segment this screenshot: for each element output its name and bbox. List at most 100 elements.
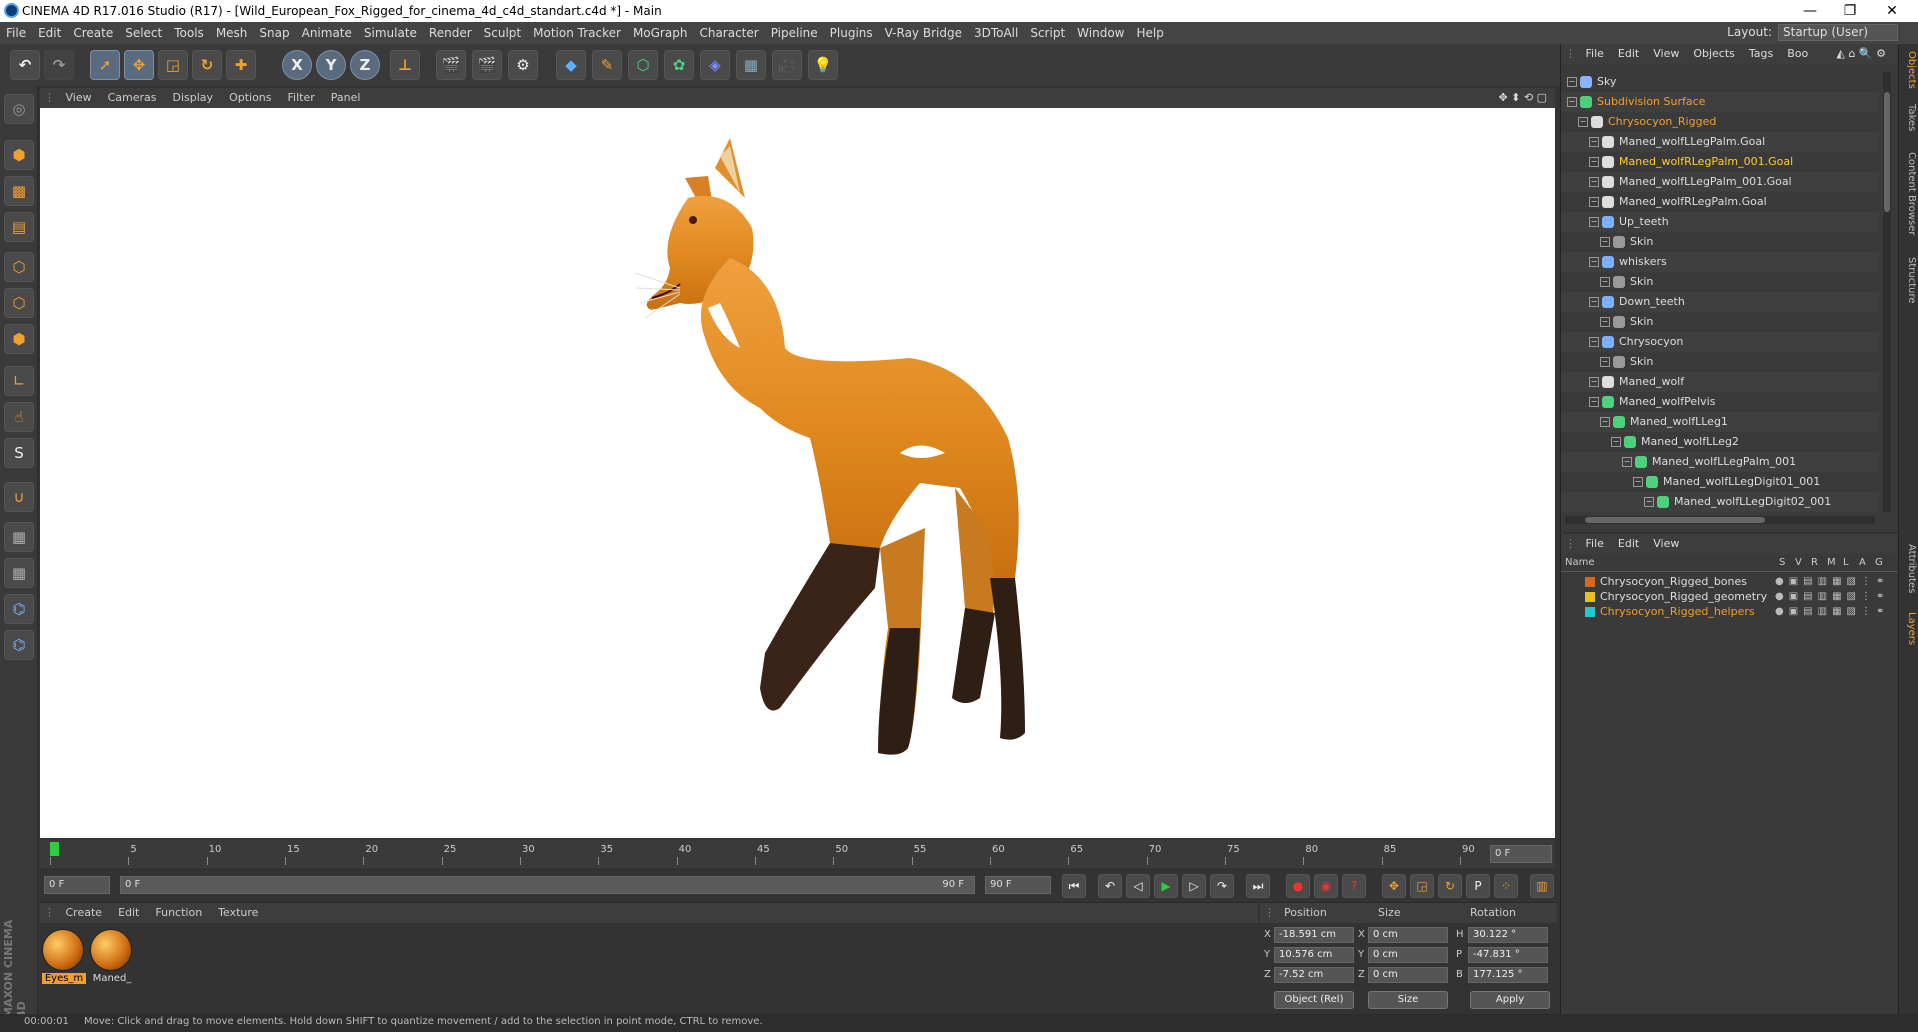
expand-toggle-icon[interactable]: − [1600, 237, 1610, 247]
viewport-menu-view[interactable]: View [58, 88, 100, 108]
floor-object-icon[interactable]: ▦ [736, 50, 766, 80]
record-icon[interactable]: ● [1286, 874, 1310, 898]
menu-snap[interactable]: Snap [253, 22, 295, 44]
play-icon[interactable]: ▶ [1154, 874, 1178, 898]
expand-toggle-icon[interactable]: − [1600, 357, 1610, 367]
layer-row[interactable]: Chrysocyon_Rigged_geometry ●▣▤▥▦▧⋮⚭ [1561, 589, 1899, 604]
viewport-menu-options[interactable]: Options [221, 88, 279, 108]
render-picture-viewer-icon[interactable]: 🎬 [472, 50, 502, 80]
edges-mode-icon[interactable]: ⬡ [4, 288, 34, 318]
key-position-icon[interactable]: ✥ [1382, 874, 1406, 898]
cloner-icon[interactable]: ✿ [664, 50, 694, 80]
object-row[interactable]: − Maned_wolfLLegPalm.Goal [1561, 132, 1879, 152]
light-icon[interactable]: 💡 [808, 50, 838, 80]
key-pla-icon[interactable]: ⁘ [1494, 874, 1518, 898]
menu-create[interactable]: Create [67, 22, 119, 44]
object-menu-objects[interactable]: Objects [1686, 44, 1742, 64]
layer-row[interactable]: Chrysocyon_Rigged_bones ●▣▤▥▦▧⋮⚭ [1561, 574, 1899, 589]
object-row[interactable]: − Maned_wolfRLegPalm.Goal [1561, 192, 1879, 212]
object-row[interactable]: − Maned_wolfLLegPalm_001.Goal [1561, 172, 1879, 192]
pen-spline-icon[interactable]: ✎ [592, 50, 622, 80]
points-mode-icon[interactable]: ⬡ [4, 252, 34, 282]
recent-tools-icon[interactable]: ✚ [226, 50, 256, 80]
layer-color-swatch[interactable] [1585, 592, 1595, 602]
material-swatch-0[interactable]: Eyes_m [42, 929, 86, 987]
viewport-menu-display[interactable]: Display [165, 88, 222, 108]
end-frame-field[interactable]: 90 F [985, 876, 1051, 894]
menu-3dtoall[interactable]: 3DToAll [968, 22, 1024, 44]
position-x-field[interactable]: -18.591 cm [1274, 927, 1354, 943]
workplane-icon[interactable]: ▤ [4, 212, 34, 242]
key-scale-icon[interactable]: ◲ [1410, 874, 1434, 898]
coordinate-mode-dropdown[interactable]: Object (Rel) [1274, 991, 1354, 1009]
object-menu-boo[interactable]: Boo [1780, 44, 1815, 64]
menu-select[interactable]: Select [119, 22, 168, 44]
goto-prev-key-icon[interactable]: ↶ [1098, 874, 1122, 898]
expand-toggle-icon[interactable]: − [1633, 477, 1643, 487]
expand-toggle-icon[interactable]: − [1567, 77, 1577, 87]
live-selection-icon[interactable]: ➚ [90, 50, 120, 80]
menu-plugins[interactable]: Plugins [824, 22, 879, 44]
rotation-b-field[interactable]: 177.125 ° [1468, 967, 1548, 983]
layer-menu-file[interactable]: File [1579, 534, 1611, 554]
restore-button[interactable]: ❐ [1830, 1, 1870, 21]
layer-color-swatch[interactable] [1585, 607, 1595, 617]
tab-structure[interactable]: Structure [1901, 250, 1917, 310]
expand-toggle-icon[interactable]: − [1589, 177, 1599, 187]
scrollbar-thumb[interactable] [1884, 92, 1890, 212]
object-row[interactable]: − Maned_wolfRLegPalm_001.Goal [1561, 152, 1879, 172]
current-frame-field[interactable]: 0 F [1490, 845, 1552, 863]
layer-menu-edit[interactable]: Edit [1611, 534, 1646, 554]
expand-toggle-icon[interactable]: − [1589, 137, 1599, 147]
object-row[interactable]: − Skin [1561, 352, 1879, 372]
menu-simulate[interactable]: Simulate [358, 22, 423, 44]
object-row[interactable]: − Skin [1561, 272, 1879, 292]
material-menu-texture[interactable]: Texture [210, 903, 266, 923]
expand-toggle-icon[interactable]: − [1589, 377, 1599, 387]
object-hscrollbar[interactable] [1565, 516, 1875, 524]
expand-toggle-icon[interactable]: − [1589, 297, 1599, 307]
next-frame-icon[interactable]: ▷ [1182, 874, 1206, 898]
object-row[interactable]: − Chrysocyon_Rigged [1561, 112, 1879, 132]
python-generator-icon[interactable]: ⌬ [4, 630, 34, 660]
tab-content-browser[interactable]: Content Browser [1901, 144, 1917, 244]
magnet-icon[interactable]: ∪ [4, 482, 34, 512]
layer-color-swatch[interactable] [1585, 577, 1595, 587]
expand-toggle-icon[interactable]: − [1589, 217, 1599, 227]
goto-end-icon[interactable]: ⏭ [1246, 874, 1270, 898]
subdivision-surface-icon[interactable]: ⬡ [628, 50, 658, 80]
object-row[interactable]: − Chrysocyon [1561, 332, 1879, 352]
menu-script[interactable]: Script [1024, 22, 1071, 44]
object-row[interactable]: − Skin [1561, 232, 1879, 252]
object-row[interactable]: − Maned_wolf [1561, 372, 1879, 392]
object-row[interactable]: − Skin [1561, 312, 1879, 332]
texture-mode-icon[interactable]: ▩ [4, 176, 34, 206]
undo-button[interactable]: ↶ [10, 50, 40, 80]
layer-flags-icons[interactable]: ●▣▤▥▦▧⋮⚭ [1775, 574, 1889, 589]
size-mode-dropdown[interactable]: Size [1368, 991, 1448, 1009]
expand-toggle-icon[interactable]: − [1567, 97, 1577, 107]
minimize-button[interactable]: — [1790, 1, 1830, 21]
menu-pipeline[interactable]: Pipeline [765, 22, 824, 44]
object-row[interactable]: − Down_teeth [1561, 292, 1879, 312]
size-z-field[interactable]: 0 cm [1368, 967, 1448, 983]
hscrollbar-thumb[interactable] [1585, 517, 1765, 523]
render-view-icon[interactable]: 🎬 [436, 50, 466, 80]
expand-toggle-icon[interactable]: − [1589, 397, 1599, 407]
layer-flags-icons[interactable]: ●▣▤▥▦▧⋮⚭ [1775, 589, 1889, 604]
object-row[interactable]: − Maned_wolfLLegPalm_001 [1561, 452, 1879, 472]
layout-dropdown[interactable]: Startup (User) [1778, 24, 1898, 41]
perspective-viewport[interactable] [40, 108, 1555, 838]
timeline-ruler[interactable]: 051015202530354045505560657075808590 0 F [40, 840, 1555, 868]
object-menu-file[interactable]: File [1579, 44, 1611, 64]
layer-flags-icons[interactable]: ●▣▤▥▦▧⋮⚭ [1775, 604, 1889, 619]
position-y-field[interactable]: 10.576 cm [1274, 947, 1354, 963]
expand-toggle-icon[interactable]: − [1589, 337, 1599, 347]
apply-button[interactable]: Apply [1470, 991, 1550, 1009]
x-axis-lock-button[interactable]: X [282, 50, 312, 80]
object-scrollbar[interactable] [1883, 72, 1891, 512]
rotate-tool-icon[interactable]: ↻ [192, 50, 222, 80]
object-row[interactable]: − Maned_wolfLLegDigit01_001 [1561, 472, 1879, 492]
rotation-h-field[interactable]: 30.122 ° [1468, 927, 1548, 943]
polygons-mode-icon[interactable]: ⬢ [4, 324, 34, 354]
